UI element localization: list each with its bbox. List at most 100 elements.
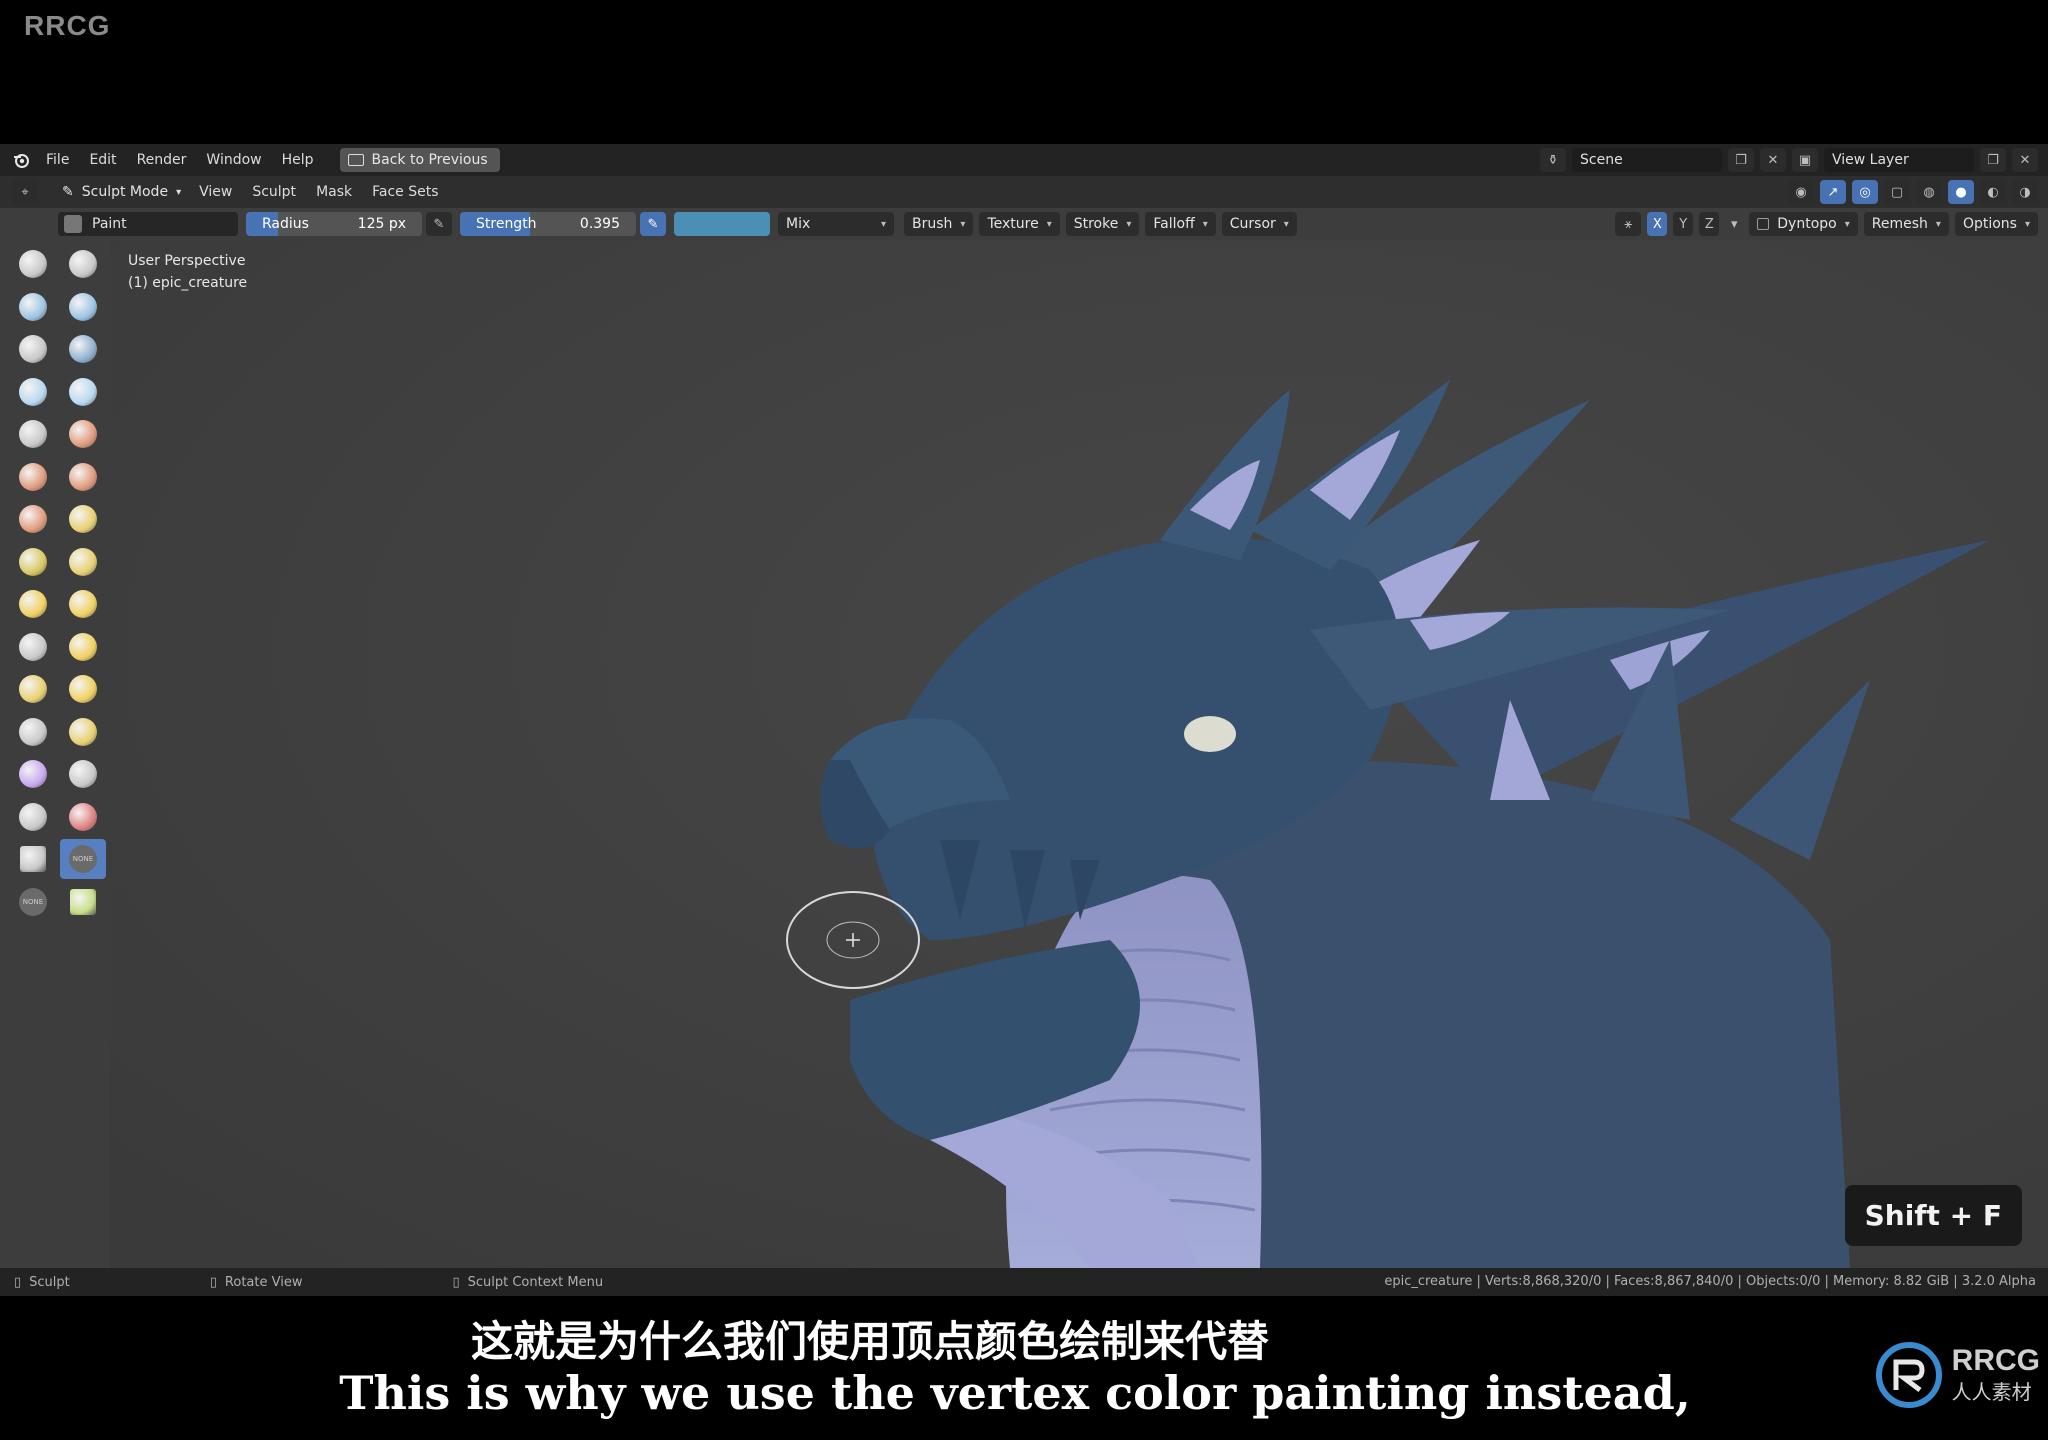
tool-clay-strips[interactable]: [60, 287, 106, 327]
blend-mode-dropdown[interactable]: Mix ▾: [778, 212, 894, 236]
shortcut-overlay: Shift + F: [1844, 1185, 2022, 1246]
menu-render[interactable]: Render: [127, 144, 197, 176]
tool-paint[interactable]: NONE: [60, 839, 106, 879]
multires-displacement-eraser-icon: [20, 846, 46, 872]
tool-smear[interactable]: NONE: [10, 882, 56, 922]
menu-help[interactable]: Help: [272, 144, 324, 176]
new-view-layer-icon[interactable]: ❐: [1980, 148, 2006, 172]
tool-inflate[interactable]: [10, 372, 56, 412]
scene-field[interactable]: Scene: [1572, 148, 1722, 172]
wireframe-shading-icon[interactable]: ◍: [1916, 180, 1942, 204]
remesh-label: Remesh: [1871, 216, 1928, 232]
falloff-menu[interactable]: Falloff ▾: [1145, 212, 1216, 236]
clay-thumb-icon: [19, 335, 47, 363]
chevron-down-icon[interactable]: ▾: [1725, 212, 1743, 236]
tool-cloth[interactable]: [10, 754, 56, 794]
pose-icon: [69, 632, 97, 661]
tool-blob[interactable]: [60, 372, 106, 412]
cursor-menu[interactable]: Cursor ▾: [1221, 212, 1297, 236]
axis-y-toggle[interactable]: Y: [1673, 212, 1694, 236]
delete-scene-icon[interactable]: ✕: [1760, 148, 1786, 172]
tool-scrape[interactable]: [10, 499, 56, 539]
scene-name: Scene: [1580, 152, 1623, 168]
texture-menu[interactable]: Texture ▾: [979, 212, 1060, 236]
draw-sharp-icon: [69, 250, 97, 278]
tool-multires-displacement-eraser[interactable]: [10, 839, 56, 879]
strength-slider[interactable]: Strength 0.395: [460, 212, 636, 236]
back-to-previous-label: Back to Previous: [371, 152, 488, 168]
blender-logo-icon[interactable]: [6, 144, 36, 176]
tool-rotate[interactable]: [60, 669, 106, 709]
material-shading-icon[interactable]: ◐: [1980, 180, 2006, 204]
tool-crease[interactable]: [10, 414, 56, 454]
remesh-menu[interactable]: Remesh ▾: [1863, 212, 1949, 236]
scene-icon[interactable]: ⚱: [1540, 148, 1566, 172]
back-to-previous-button[interactable]: Back to Previous: [339, 148, 500, 172]
rendered-shading-icon[interactable]: ◑: [2012, 180, 2038, 204]
chevron-down-icon: ▾: [1046, 218, 1052, 230]
menu-view[interactable]: View: [189, 184, 242, 200]
mode-selector[interactable]: ✎ Sculpt Mode ▾: [54, 180, 190, 204]
tool-draw[interactable]: [10, 244, 56, 284]
tool-layer[interactable]: [60, 329, 106, 369]
menu-window[interactable]: Window: [196, 144, 271, 176]
draw-face-sets-icon: [69, 802, 97, 831]
axis-z-toggle[interactable]: Z: [1699, 212, 1720, 236]
tool-elastic-deform[interactable]: [10, 584, 56, 624]
tool-pinch[interactable]: [10, 542, 56, 582]
strength-pressure-icon[interactable]: ✎: [640, 212, 666, 236]
mode-label: Sculpt Mode: [81, 184, 169, 200]
brush-color-swatch[interactable]: [674, 212, 770, 236]
menu-edit[interactable]: Edit: [79, 144, 126, 176]
dyntopo-toggle[interactable]: Dyntopo ▾: [1749, 212, 1858, 236]
stroke-menu[interactable]: Stroke ▾: [1065, 212, 1140, 236]
editor-type-icon[interactable]: ⌖: [12, 180, 38, 204]
brush-menu[interactable]: Brush ▾: [904, 212, 974, 236]
radius-pressure-icon[interactable]: ✎: [426, 212, 452, 236]
tool-boundary[interactable]: [60, 712, 106, 752]
menu-face-sets[interactable]: Face Sets: [362, 184, 448, 200]
tool-snake-hook[interactable]: [60, 584, 106, 624]
tool-nudge[interactable]: [10, 669, 56, 709]
delete-view-layer-icon[interactable]: ✕: [2012, 148, 2038, 172]
xray-icon[interactable]: ▢: [1884, 180, 1910, 204]
3d-viewport[interactable]: User Perspective (1) epic_creature Shift…: [110, 240, 2048, 1268]
flatten-icon: [19, 462, 47, 491]
tool-pose[interactable]: [60, 627, 106, 667]
status-bar: ▯ Sculpt ▯ Rotate View ▯ Sculpt Context Men…: [0, 1268, 2048, 1296]
chevron-down-icon: ▾: [1202, 218, 1208, 230]
tool-draw-sharp[interactable]: [60, 244, 106, 284]
tool-thumb[interactable]: [10, 627, 56, 667]
radius-slider[interactable]: Radius 125 px: [246, 212, 422, 236]
tool-extra[interactable]: [60, 882, 106, 922]
tool-simplify[interactable]: [60, 754, 106, 794]
boundary-icon: [69, 717, 97, 746]
view-layer-icon[interactable]: ▣: [1792, 148, 1818, 172]
subtitle-english: This is why we use the vertex color pain…: [339, 1366, 1691, 1420]
menu-mask[interactable]: Mask: [306, 184, 362, 200]
tool-smooth[interactable]: [60, 414, 106, 454]
solid-shading-icon[interactable]: ●: [1948, 180, 1974, 204]
chevron-down-icon: ▾: [1844, 218, 1850, 230]
tool-clay-thumb[interactable]: [10, 329, 56, 369]
axis-x-toggle[interactable]: X: [1647, 212, 1668, 236]
symmetry-icon[interactable]: ⚹: [1615, 212, 1642, 236]
tool-flatten[interactable]: [10, 457, 56, 497]
brush-selector[interactable]: Paint: [58, 212, 238, 236]
tool-fill[interactable]: [60, 457, 106, 497]
tool-multiplane-scrape[interactable]: [60, 499, 106, 539]
menu-sculpt[interactable]: Sculpt: [242, 184, 306, 200]
tool-mask[interactable]: [10, 797, 56, 837]
tool-grab[interactable]: [60, 542, 106, 582]
tool-clay[interactable]: [10, 287, 56, 327]
gizmo-icon[interactable]: ↗: [1820, 180, 1846, 204]
new-scene-icon[interactable]: ❐: [1728, 148, 1754, 172]
overlays-icon[interactable]: ◎: [1852, 180, 1878, 204]
tool-slide-relax[interactable]: [10, 712, 56, 752]
simplify-icon: [69, 760, 97, 788]
options-menu[interactable]: Options ▾: [1954, 212, 2038, 236]
visibility-icon[interactable]: ◉: [1788, 180, 1814, 204]
menu-file[interactable]: File: [36, 144, 79, 176]
tool-draw-face-sets[interactable]: [60, 797, 106, 837]
view-layer-field[interactable]: View Layer: [1824, 148, 1974, 172]
